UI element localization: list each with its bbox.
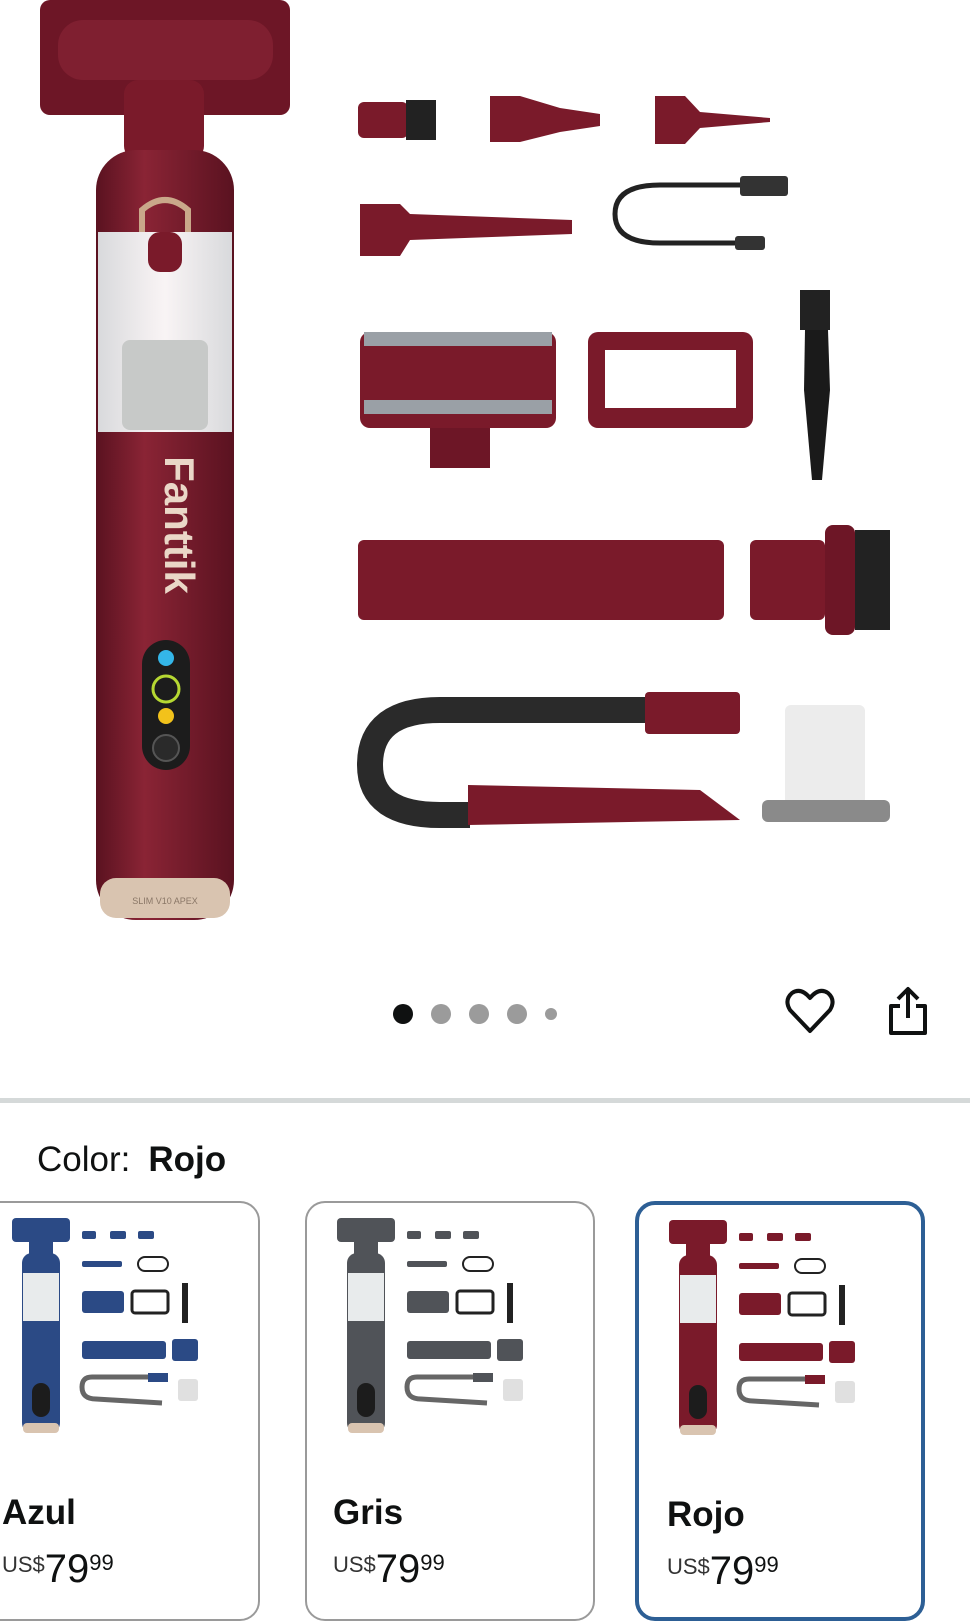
price-whole: 79 bbox=[375, 1547, 421, 1591]
pagination-dot[interactable] bbox=[431, 1004, 451, 1024]
selected-color-value: Rojo bbox=[148, 1140, 227, 1179]
color-option-price: US$7999 bbox=[2, 1543, 114, 1598]
price-whole: 79 bbox=[709, 1549, 755, 1593]
share-button[interactable] bbox=[882, 985, 934, 1037]
price-currency: US$ bbox=[333, 1552, 376, 1577]
price-whole: 79 bbox=[44, 1547, 90, 1591]
price-fraction: 99 bbox=[89, 1550, 114, 1575]
brand-text: Fanttik bbox=[156, 456, 203, 594]
pagination-dot[interactable] bbox=[507, 1004, 527, 1024]
price-fraction: 99 bbox=[754, 1552, 779, 1577]
product-thumbnail bbox=[12, 1218, 198, 1433]
pagination-dot-active[interactable] bbox=[393, 1004, 413, 1024]
product-thumbnail bbox=[337, 1218, 523, 1433]
product-image[interactable]: Fanttik SLIM V10 APEX bbox=[0, 0, 970, 930]
color-option-price: US$7999 bbox=[333, 1543, 445, 1598]
product-thumbnail bbox=[669, 1220, 855, 1435]
color-option-name: Gris bbox=[333, 1493, 404, 1532]
heart-outline-icon bbox=[785, 988, 835, 1033]
color-option-gris[interactable]: Gris US$7999 bbox=[305, 1201, 595, 1621]
color-label: Color: bbox=[37, 1140, 131, 1179]
section-divider bbox=[0, 1098, 970, 1103]
color-option-name: Azul bbox=[2, 1493, 76, 1532]
wishlist-button[interactable] bbox=[784, 985, 836, 1037]
color-option-rojo[interactable]: Rojo US$7999 bbox=[635, 1201, 925, 1621]
product-illustration: Fanttik SLIM V10 APEX bbox=[40, 0, 890, 920]
image-pagination-dots bbox=[393, 1002, 557, 1026]
color-option-name: Rojo bbox=[667, 1495, 745, 1534]
color-option-price: US$7999 bbox=[667, 1545, 779, 1600]
price-currency: US$ bbox=[667, 1554, 710, 1579]
color-selector-label: Color: Rojo bbox=[37, 1140, 226, 1180]
price-fraction: 99 bbox=[420, 1550, 445, 1575]
share-icon bbox=[889, 987, 927, 1035]
pagination-dot[interactable] bbox=[545, 1008, 557, 1020]
color-option-azul[interactable]: Azul US$7999 bbox=[0, 1201, 260, 1621]
model-text: SLIM V10 APEX bbox=[132, 896, 198, 906]
price-currency: US$ bbox=[2, 1552, 45, 1577]
pagination-dot[interactable] bbox=[469, 1004, 489, 1024]
